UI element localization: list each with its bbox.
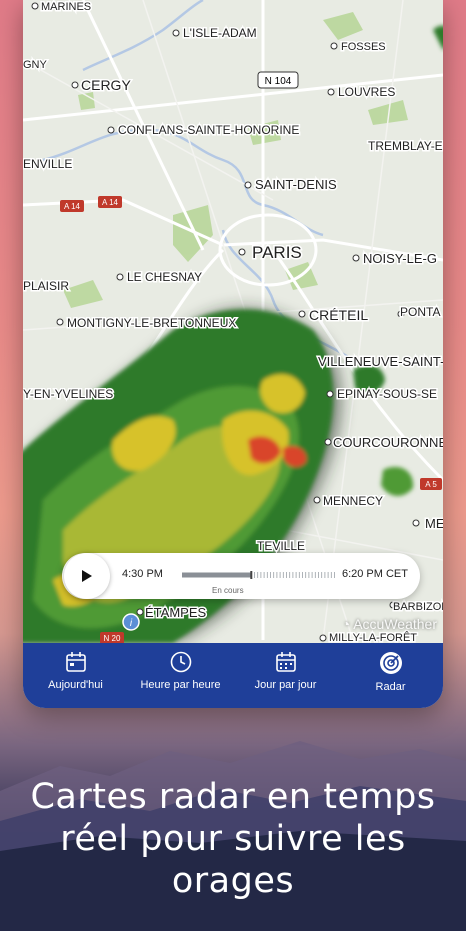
map-label-noisy: NOISY-LE-G xyxy=(363,251,437,266)
radar-icon xyxy=(379,652,402,674)
timeline-handle[interactable] xyxy=(250,571,253,579)
map-label-enville: ENVILLE xyxy=(23,157,72,171)
nav-item-radar[interactable]: Radar xyxy=(338,643,443,708)
map-label-plaisir: PLAISIR xyxy=(23,279,69,293)
timeline-progress-fill xyxy=(182,572,252,578)
map-label-lisle-adam: L'ISLE-ADAM xyxy=(183,26,257,40)
nav-label-hourly: Heure par heure xyxy=(140,679,221,691)
map-attribution: ◔ AccuWeather xyxy=(341,616,437,632)
map-label-etampes: ÉTAMPES xyxy=(145,605,206,620)
nav-label-daily: Jour par jour xyxy=(254,679,317,691)
tagline-line-3: orages xyxy=(171,861,295,901)
map-label-marines: MARINES xyxy=(41,1,91,13)
accuweather-logo-icon: ◔ xyxy=(341,616,351,632)
road-label-a14-east: A 14 xyxy=(102,198,119,207)
map-label-gny: GNY xyxy=(23,59,48,71)
road-label-a14-west: A 14 xyxy=(64,202,81,211)
nav-item-today[interactable]: Aujourd'hui xyxy=(23,643,128,708)
map-label-saint-denis: SAINT-DENIS xyxy=(255,177,337,192)
map-label-milly: MILLY-LA-FORÊT xyxy=(329,631,417,643)
timeline-caption: En cours xyxy=(212,586,244,595)
map-label-conflans: CONFLANS-SAINTE-HONORINE xyxy=(118,123,299,137)
radar-map[interactable]: N 104 A 14 A 14 A 5 N 20 MARINES L'ISLE-… xyxy=(23,0,443,643)
radar-timeline: 4:30 PM 6:20 PM CET En cours xyxy=(62,553,420,599)
map-label-me: ME xyxy=(425,516,443,531)
road-label-a5: A 5 xyxy=(425,480,437,489)
map-label-epinay: EPINAY-SOUS-SE xyxy=(337,387,437,401)
map-label-louvres: LOUVRES xyxy=(338,85,395,99)
map-label-le-chesnay: LE CHESNAY xyxy=(127,270,202,284)
timeline-end-time: 6:20 PM CET xyxy=(341,568,408,580)
map-label-barbizon: BARBIZON xyxy=(393,601,443,613)
phone-screen: N 104 A 14 A 14 A 5 N 20 MARINES L'ISLE-… xyxy=(23,0,443,708)
calendar-day-icon xyxy=(65,652,86,672)
map-label-cergy: CERGY xyxy=(81,77,131,93)
map-label-paris: PARIS xyxy=(252,243,302,262)
map-label-fosses: FOSSES xyxy=(341,41,386,53)
bottom-navigation: Aujourd'hui Heure par heure Jour par jou… xyxy=(23,643,443,708)
road-label-n20: N 20 xyxy=(104,634,121,643)
nav-item-hourly[interactable]: Heure par heure xyxy=(128,643,233,708)
map-label-creteil: CRÉTEIL xyxy=(309,307,368,323)
play-button[interactable] xyxy=(64,553,110,599)
calendar-icon xyxy=(275,652,296,672)
map-label-montigny: MONTIGNY-LE-BRETONNEUX xyxy=(67,316,236,330)
tagline-line-2: réel pour suivre les xyxy=(60,819,406,859)
promo-tagline: Cartes radar en temps réel pour suivre l… xyxy=(0,776,466,902)
timeline-scrubber[interactable] xyxy=(182,571,336,579)
timeline-start-time: 4:30 PM xyxy=(122,568,163,580)
map-label-ponta: PONTA xyxy=(400,305,440,319)
map-label-yvelines: Y-EN-YVELINES xyxy=(23,387,113,401)
nav-label-radar: Radar xyxy=(375,681,406,693)
play-icon xyxy=(82,570,92,582)
road-label-n104: N 104 xyxy=(265,76,292,87)
map-label-teville: TEVILLE xyxy=(257,539,305,553)
map-label-tremblay: TREMBLAY-E xyxy=(368,139,443,153)
nav-label-today: Aujourd'hui xyxy=(48,679,103,691)
map-label-villeneuve: VILLENEUVE-SAINT-G xyxy=(318,354,443,369)
tagline-line-1: Cartes radar en temps xyxy=(30,777,436,817)
map-label-courcouronnes: COURCOURONNES xyxy=(333,435,443,450)
map-label-mennecy: MENNECY xyxy=(323,494,383,508)
clock-icon xyxy=(170,651,191,673)
nav-item-daily[interactable]: Jour par jour xyxy=(233,643,338,708)
